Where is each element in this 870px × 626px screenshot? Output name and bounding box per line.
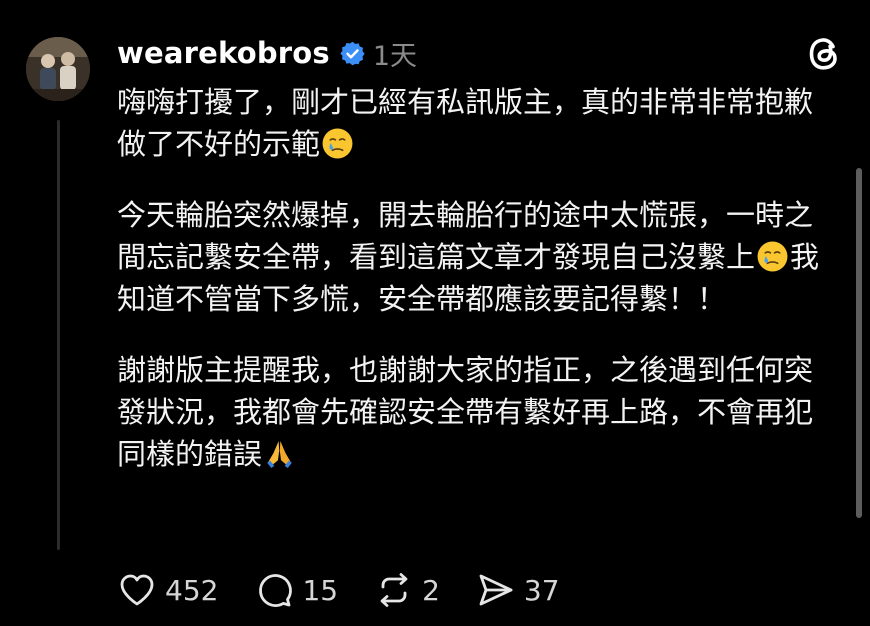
share-count: 37	[523, 573, 560, 607]
comment-bubble-icon	[259, 574, 293, 607]
post-header: wearekobros 1天	[117, 34, 417, 72]
repost-button[interactable]: 2	[374, 570, 440, 610]
share-button[interactable]: 37	[476, 570, 560, 610]
repost-icon	[380, 573, 408, 607]
avatar[interactable]	[26, 37, 90, 101]
heart-icon	[120, 574, 154, 606]
username[interactable]: wearekobros	[117, 36, 330, 70]
post-paragraph-text-before: 今天輪胎突然爆掉，開去輪胎行的途中太慌張，一時之間忘記繫安全帶，看到這篇文章才發…	[117, 198, 814, 274]
post-paragraph-1: 嗨嗨打擾了，剛才已經有私訊版主，真的非常非常抱歉做了不好的示範	[117, 81, 832, 165]
post-paragraph-text: 嗨嗨打擾了，剛才已經有私訊版主，真的非常非常抱歉做了不好的示範	[117, 85, 814, 161]
like-button[interactable]: 452	[117, 570, 218, 610]
post-body: 嗨嗨打擾了，剛才已經有私訊版主，真的非常非常抱歉做了不好的示範 今天輪胎突然爆掉…	[117, 81, 832, 475]
threads-logo-icon[interactable]	[804, 32, 844, 76]
thread-line	[57, 120, 60, 550]
crying-face-emoji-icon	[756, 240, 789, 273]
post-paragraph-text: 謝謝版主提醒我，也謝謝大家的指正，之後遇到任何突發狀況，我都會先確認安全帶有繫好…	[117, 353, 814, 471]
send-icon	[479, 574, 513, 606]
post-paragraph-2: 今天輪胎突然爆掉，開去輪胎行的途中太慌張，一時之間忘記繫安全帶，看到這篇文章才發…	[117, 194, 832, 320]
reply-count: 15	[302, 573, 339, 607]
reply-button[interactable]: 15	[254, 570, 338, 610]
repost-count: 2	[422, 573, 440, 607]
crying-face-emoji-icon	[321, 127, 354, 160]
post-timestamp: 1天	[372, 40, 418, 72]
verified-badge-icon	[339, 40, 366, 67]
folded-hands-emoji-icon	[263, 437, 296, 470]
post-actions: 452 15 2 37	[117, 570, 596, 610]
scrollbar[interactable]	[856, 168, 862, 518]
like-count: 452	[165, 573, 219, 607]
post-paragraph-3: 謝謝版主提醒我，也謝謝大家的指正，之後遇到任何突發狀況，我都會先確認安全帶有繫好…	[117, 349, 832, 475]
